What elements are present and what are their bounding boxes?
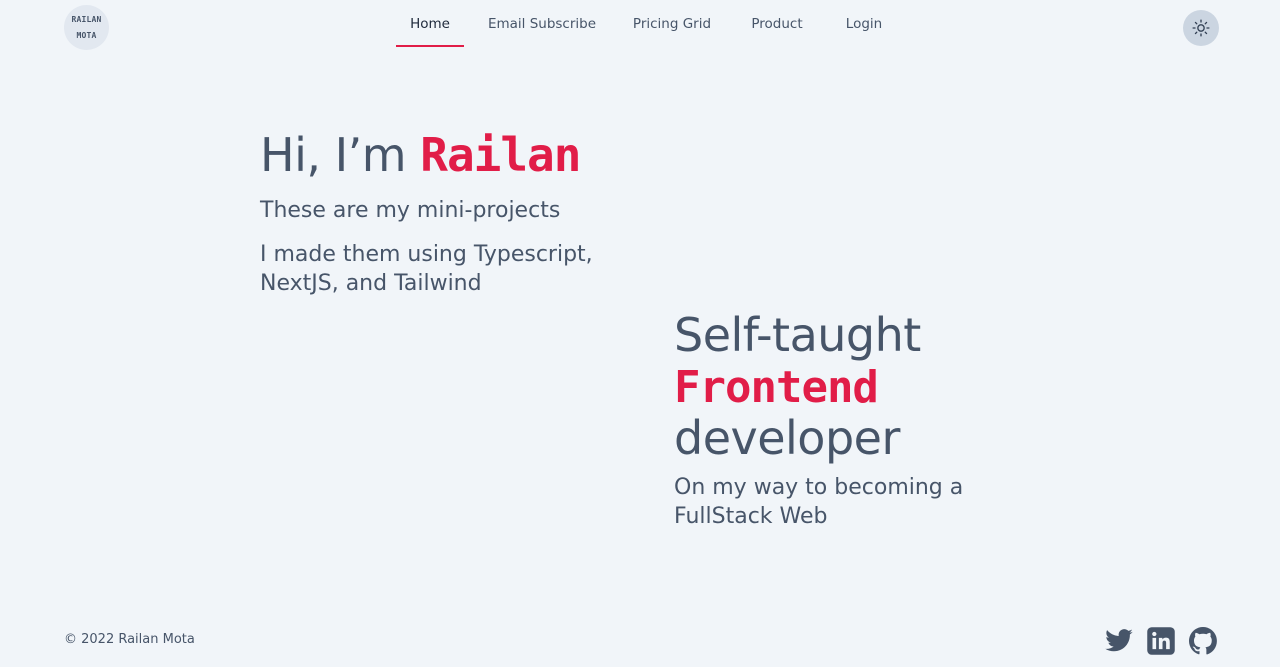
logo[interactable]: RAILAN MOTA — [64, 5, 109, 50]
logo-line-1: RAILAN — [71, 14, 102, 24]
main-nav: Home Email Subscribe Pricing Grid Produc… — [396, 0, 898, 47]
hero-greeting: Hi, I’m — [260, 128, 407, 182]
hero-title: Hi, I’m Railan — [260, 128, 581, 182]
linkedin-icon — [1147, 627, 1175, 655]
developer-line-3: developer — [674, 411, 900, 465]
hero-name: Railan — [420, 128, 581, 182]
developer-subtitle: On my way to becoming a FullStack Web — [674, 475, 964, 529]
hero-subtitle: These are my mini-projects — [260, 198, 561, 223]
developer-accent: Frontend — [674, 362, 879, 413]
social-links — [1104, 626, 1218, 656]
linkedin-link[interactable] — [1146, 626, 1176, 656]
developer-title: Self-taught Frontend developer — [674, 310, 921, 464]
nav-item-home[interactable]: Home — [396, 0, 464, 47]
developer-line-1: Self-taught — [674, 308, 921, 362]
nav-item-email-subscribe[interactable]: Email Subscribe — [464, 0, 620, 47]
logo-line-2: MOTA — [76, 30, 97, 40]
github-icon — [1189, 627, 1217, 655]
twitter-link[interactable] — [1104, 626, 1134, 656]
nav-item-product[interactable]: Product — [724, 0, 830, 47]
hero-description: I made them using Typescript, NextJS, an… — [260, 242, 593, 296]
copyright: © 2022 Railan Mota — [64, 632, 195, 647]
github-link[interactable] — [1188, 626, 1218, 656]
theme-toggle-button[interactable] — [1183, 10, 1219, 46]
nav-item-pricing-grid[interactable]: Pricing Grid — [620, 0, 724, 47]
sun-icon — [1192, 19, 1210, 37]
twitter-icon — [1105, 629, 1133, 652]
nav-item-login[interactable]: Login — [830, 0, 898, 47]
